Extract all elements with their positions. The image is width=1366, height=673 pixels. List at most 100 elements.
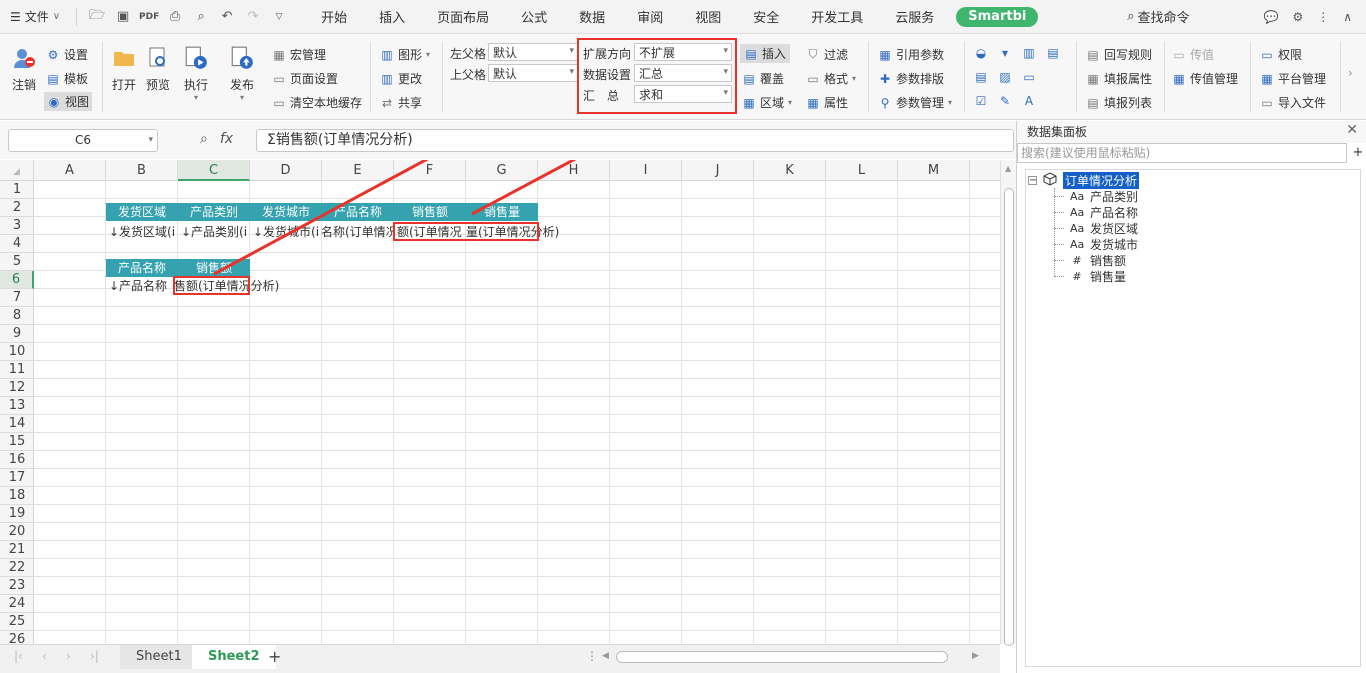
horizontal-scroll-thumb[interactable] — [616, 651, 948, 663]
field-cell[interactable]: ↓产品类别(i — [178, 223, 250, 241]
fill-attr-button[interactable]: ▦ 填报属性 — [1086, 70, 1152, 87]
ref-param-button[interactable]: ▦ 引用参数 — [878, 46, 944, 63]
header-cell[interactable]: 发货城市 — [250, 203, 322, 221]
open-folder-icon[interactable]: 🗁 — [89, 8, 105, 25]
column-header[interactable]: G — [466, 160, 538, 181]
header-cell[interactable]: 销售额 — [178, 259, 250, 277]
row-header[interactable]: 20 — [0, 523, 34, 541]
chat-icon[interactable]: 💬 — [1263, 10, 1278, 24]
tab-data[interactable]: 数据 — [563, 0, 621, 34]
macro-button[interactable]: ▦ 宏管理 — [272, 46, 326, 63]
vertical-scrollbar[interactable]: ▲ — [1000, 160, 1016, 646]
field-cell[interactable]: ↓产品名称 — [106, 277, 178, 295]
field-cell[interactable]: ↓发货城市(i — [250, 223, 322, 241]
column-header[interactable]: E — [322, 160, 394, 181]
tab-insert[interactable]: 插入 — [363, 0, 421, 34]
logout-button[interactable]: 注销 — [10, 44, 38, 93]
ribbon-scroll-right-icon[interactable]: › — [1348, 66, 1353, 80]
cover-button[interactable]: ▤ 覆盖 — [742, 70, 784, 87]
tab-cloud[interactable]: 云服务 — [879, 0, 950, 34]
row-header[interactable]: 23 — [0, 577, 34, 595]
column-header[interactable]: H — [538, 160, 610, 181]
tree-field[interactable]: Aa 产品类别 — [1054, 188, 1138, 205]
add-sheet-button[interactable]: + — [260, 645, 289, 669]
page-setup-button[interactable]: ▭ 页面设置 — [272, 70, 338, 87]
row-header[interactable]: 5 — [0, 253, 34, 271]
row-header[interactable]: 13 — [0, 397, 34, 415]
collapse-ribbon-icon[interactable]: ∧ — [1343, 10, 1352, 24]
scroll-left-icon[interactable]: ◀ — [602, 651, 609, 661]
tab-smartbi[interactable]: Smartbi — [956, 6, 1039, 27]
header-cell[interactable]: 销售量 — [466, 203, 538, 221]
speech-bubble-icon[interactable]: ◒ — [974, 46, 988, 60]
label-widget-icon[interactable]: A — [1022, 94, 1036, 108]
fx-icon[interactable]: fx — [220, 131, 233, 147]
expand-direction-select[interactable]: 不扩展 ▾ — [634, 43, 732, 61]
open-button[interactable]: 打开 — [110, 44, 138, 93]
row-header[interactable]: 18 — [0, 487, 34, 505]
zoom-icon[interactable]: ⌕ — [200, 131, 208, 147]
share-button[interactable]: ⇄ 共享 — [380, 94, 422, 111]
pass-value-mgmt-button[interactable]: ▦ 传值管理 — [1172, 70, 1238, 87]
header-cell[interactable]: 发货区域 — [106, 203, 178, 221]
change-button[interactable]: ▥ 更改 — [380, 70, 422, 87]
grid-widget-icon[interactable]: ▤ — [1046, 46, 1060, 60]
next-sheet-icon[interactable]: › — [66, 649, 71, 663]
edit-widget-icon[interactable]: ✎ — [998, 94, 1012, 108]
collapse-icon[interactable]: − — [1028, 176, 1037, 186]
dropdown-widget-icon[interactable]: ▾ — [998, 46, 1012, 60]
row-header[interactable]: 2 — [0, 199, 34, 217]
row-header[interactable]: 3 — [0, 217, 34, 235]
box-widget-icon[interactable]: ▭ — [1022, 70, 1036, 84]
permission-button[interactable]: ▭ 权限 — [1260, 46, 1302, 63]
column-header[interactable]: B — [106, 160, 178, 181]
left-parent-select[interactable]: 默认 ▾ — [488, 43, 578, 61]
column-header[interactable]: A — [34, 160, 106, 181]
column-header[interactable]: K — [754, 160, 826, 181]
first-sheet-icon[interactable]: |‹ — [14, 649, 23, 663]
header-cell[interactable]: 产品名称 — [106, 259, 178, 277]
row-header[interactable]: 15 — [0, 433, 34, 451]
attribute-button[interactable]: ▦ 属性 — [806, 94, 848, 111]
row-header[interactable]: 22 — [0, 559, 34, 577]
plus-icon[interactable]: + — [1351, 143, 1365, 163]
search-command[interactable]: ⌕ 查找命令 — [1127, 7, 1189, 26]
customize-icon[interactable]: ▽ — [271, 9, 287, 25]
field-cell[interactable]: 名称(订单情况 — [318, 223, 394, 241]
clear-cache-button[interactable]: ▭ 清空本地缓存 — [272, 94, 362, 111]
tree-field[interactable]: Aa 发货城市 — [1054, 236, 1138, 253]
undo-icon[interactable]: ↶ — [219, 9, 235, 25]
row-header[interactable]: 25 — [0, 613, 34, 631]
column-header[interactable]: I — [610, 160, 682, 181]
row-header[interactable]: 26 — [0, 631, 34, 644]
tab-start[interactable]: 开始 — [305, 0, 363, 34]
row-header[interactable]: 14 — [0, 415, 34, 433]
scroll-right-icon[interactable]: ▶ — [972, 651, 979, 661]
column-header-selected[interactable]: C — [178, 160, 250, 181]
tree-root[interactable]: − 订单情况分析 — [1028, 172, 1140, 189]
row-header[interactable]: 21 — [0, 541, 34, 559]
template-button[interactable]: ▤ 模板 — [46, 70, 88, 87]
tab-review[interactable]: 审阅 — [621, 0, 679, 34]
row-header[interactable]: 16 — [0, 451, 34, 469]
platform-mgmt-button[interactable]: ▦ 平台管理 — [1260, 70, 1326, 87]
fill-list-button[interactable]: ▤ 填报列表 — [1086, 94, 1152, 111]
redo-icon[interactable]: ↷ — [245, 9, 261, 25]
row-header[interactable]: 11 — [0, 361, 34, 379]
writeback-button[interactable]: ▤ 回写规则 — [1086, 46, 1152, 63]
column-header[interactable]: L — [826, 160, 898, 181]
filter-button[interactable]: ⛉ 过滤 — [806, 46, 848, 63]
header-cell[interactable]: 销售额 — [394, 203, 466, 221]
gear-icon[interactable]: ⚙ — [1292, 10, 1303, 24]
print-icon[interactable]: ⎙ — [167, 9, 183, 25]
save-icon[interactable]: ▣ — [115, 9, 131, 25]
data-setting-select[interactable]: 汇总 ▾ — [634, 64, 732, 82]
last-sheet-icon[interactable]: ›| — [90, 649, 99, 663]
import-file-button[interactable]: ▭ 导入文件 — [1260, 94, 1326, 111]
tab-view[interactable]: 视图 — [679, 0, 737, 34]
region-button[interactable]: ▦ 区域 ▾ — [742, 94, 792, 111]
tree-field[interactable]: Aa 发货区域 — [1054, 220, 1138, 237]
image-widget-icon[interactable]: ▨ — [998, 70, 1012, 84]
list-widget-icon[interactable]: ▥ — [1022, 46, 1036, 60]
execute-button[interactable]: 执行 ▾ — [182, 44, 210, 102]
